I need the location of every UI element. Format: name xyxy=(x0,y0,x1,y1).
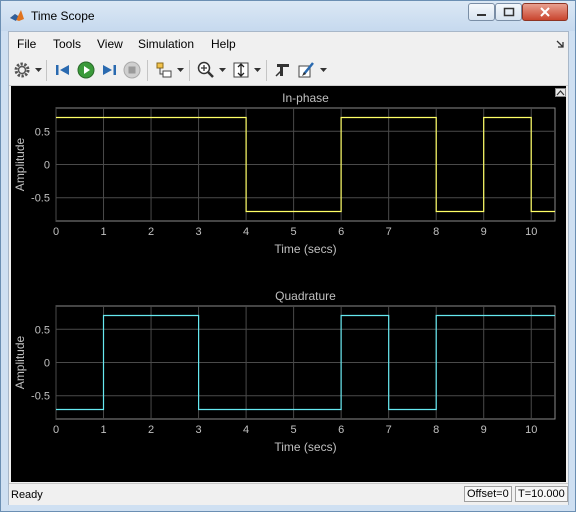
inphase-xtick-label: 7 xyxy=(386,226,392,238)
run-icon xyxy=(77,61,95,79)
inphase-xtick-label: 10 xyxy=(525,226,537,238)
run-button[interactable] xyxy=(76,60,96,80)
chevron-down-icon[interactable] xyxy=(35,67,42,73)
highlight-block-icon xyxy=(275,64,289,77)
quadrature-ytick-label: -0.5 xyxy=(31,391,50,403)
quadrature-xtick-label: 9 xyxy=(481,424,487,436)
quadrature-xtick-label: 1 xyxy=(100,424,106,436)
offset-readout: Offset=0 xyxy=(464,486,512,502)
maximize-icon xyxy=(503,7,515,17)
quadrature-ylabel: Amplitude xyxy=(13,336,27,390)
configuration-properties-button[interactable] xyxy=(12,60,32,80)
style-button[interactable] xyxy=(296,60,316,80)
quadrature-xtick-label: 7 xyxy=(386,424,392,436)
quadrature-xtick-label: 2 xyxy=(148,424,154,436)
quadrature-xtick-label: 5 xyxy=(291,424,297,436)
inphase-ylabel: Amplitude xyxy=(13,138,27,192)
maximize-button[interactable] xyxy=(495,3,522,21)
toolbar-separator xyxy=(189,60,190,81)
minimize-icon xyxy=(477,14,486,16)
quadrature-ytick-label: 0 xyxy=(44,358,50,370)
quadrature-xlabel: Time (secs) xyxy=(274,440,336,454)
chevron-down-icon[interactable] xyxy=(254,67,261,73)
inphase-xtick-label: 1 xyxy=(100,226,106,238)
inphase-xtick-label: 3 xyxy=(196,226,202,238)
inphase-xtick-label: 8 xyxy=(433,226,439,238)
step-forward-icon xyxy=(103,65,116,75)
step-forward-button[interactable] xyxy=(99,60,119,80)
chevron-down-icon[interactable] xyxy=(177,67,184,73)
inphase-title: In-phase xyxy=(282,91,329,105)
menu-view[interactable]: View xyxy=(97,37,123,51)
menu-file[interactable]: File xyxy=(17,37,36,51)
scale-axes-button[interactable] xyxy=(231,60,251,80)
inphase-xlabel: Time (secs) xyxy=(274,242,336,256)
toolbar-separator xyxy=(266,60,267,81)
time-scope-window: Time Scope File Tools View Simulation He… xyxy=(0,0,576,512)
toolbar-separator xyxy=(147,60,148,81)
quadrature-xtick-label: 4 xyxy=(243,424,249,436)
stop-button[interactable] xyxy=(122,60,142,80)
scope-plots[interactable]: 0 1 2 3 4 5 6 7 8 9 10-0.500.5In-phaseTime (secs)A… xyxy=(11,86,566,482)
status-text: Ready xyxy=(11,489,43,501)
quadrature-xtick-label: 3 xyxy=(196,424,202,436)
inphase-ytick-label: 0 xyxy=(44,160,50,172)
inphase-xtick-label: 9 xyxy=(481,226,487,238)
scale-axes-icon xyxy=(233,62,249,78)
inphase-xtick-label: 2 xyxy=(148,226,154,238)
zoom-in-icon xyxy=(197,61,214,78)
inphase-ytick-label: -0.5 xyxy=(31,193,50,205)
window-title: Time Scope xyxy=(31,9,95,23)
toolbar xyxy=(9,56,568,86)
expand-icon xyxy=(556,90,565,96)
signal-selection-icon xyxy=(156,62,172,78)
stop-icon xyxy=(123,61,141,79)
inphase-ytick-label: 0.5 xyxy=(35,126,50,138)
scope-client-area: File Tools View Simulation Help 0 1 2 3 … xyxy=(8,31,569,505)
quadrature-xtick-label: 8 xyxy=(433,424,439,436)
dock-arrow-icon[interactable] xyxy=(556,40,564,48)
matlab-icon xyxy=(10,10,24,21)
title-bar[interactable]: Time Scope xyxy=(1,1,575,31)
signal-selection-button[interactable] xyxy=(154,60,174,80)
time-readout: T=10.000 xyxy=(515,486,568,502)
undock-button[interactable] xyxy=(555,88,566,97)
quadrature-ytick-label: 0.5 xyxy=(35,324,50,336)
quadrature-xtick-label: 10 xyxy=(525,424,537,436)
highlight-block-button[interactable] xyxy=(273,60,293,80)
inphase-xtick-label: 0 xyxy=(53,226,59,238)
close-icon xyxy=(540,7,550,17)
menu-simulation[interactable]: Simulation xyxy=(138,37,194,51)
zoom-in-button[interactable] xyxy=(196,60,216,80)
inphase-xtick-label: 4 xyxy=(243,226,249,238)
inphase-xtick-label: 5 xyxy=(291,226,297,238)
chevron-down-icon[interactable] xyxy=(320,67,327,73)
menu-bar: File Tools View Simulation Help xyxy=(9,32,568,55)
step-back-icon xyxy=(56,65,69,75)
chevron-down-icon[interactable] xyxy=(219,67,226,73)
quadrature-xtick-label: 0 xyxy=(53,424,59,436)
menu-help[interactable]: Help xyxy=(211,37,236,51)
minimize-button[interactable] xyxy=(468,3,495,21)
scope-display: 0 1 2 3 4 5 6 7 8 9 10 -0.5 0 0.5 In-phase Time (secs) A… xyxy=(11,86,566,482)
menu-tools[interactable]: Tools xyxy=(53,37,81,51)
toolbar-separator xyxy=(46,60,47,81)
gear-icon xyxy=(14,62,30,78)
style-icon xyxy=(298,62,314,78)
inphase-xtick-label: 6 xyxy=(338,226,344,238)
quadrature-title: Quadrature xyxy=(275,289,336,303)
step-back-button[interactable] xyxy=(53,60,73,80)
quadrature-xtick-label: 6 xyxy=(338,424,344,436)
close-button[interactable] xyxy=(522,3,568,21)
status-bar: Ready Offset=0 T=10.000 xyxy=(9,483,568,505)
